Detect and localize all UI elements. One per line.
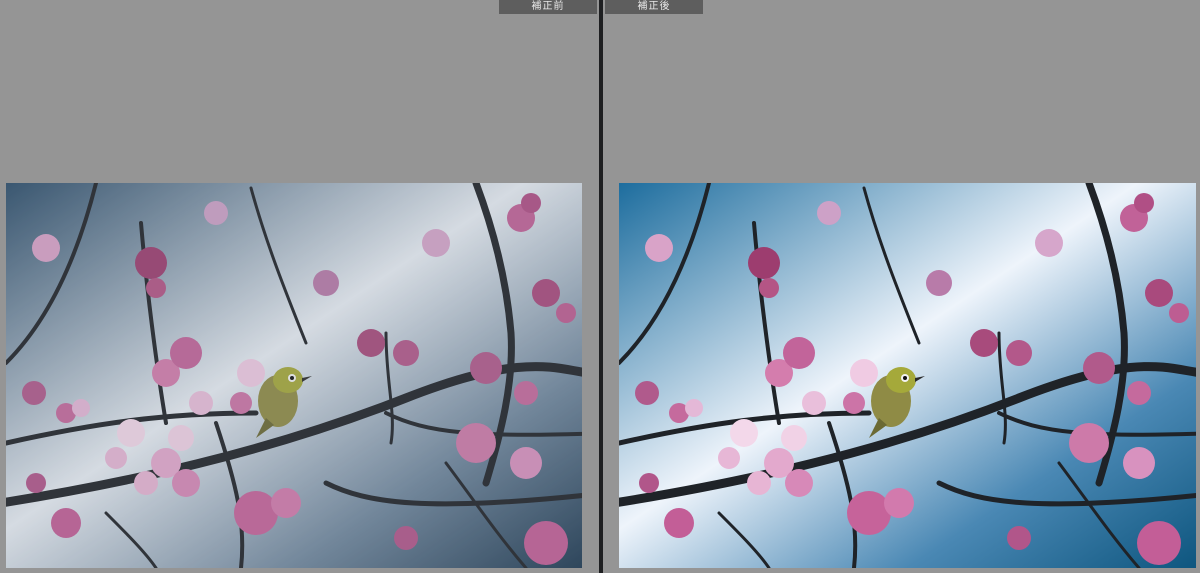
after-photo-image xyxy=(619,183,1196,568)
after-photo xyxy=(619,183,1196,568)
before-label: 補正前 xyxy=(499,0,597,14)
before-photo-image xyxy=(6,183,582,568)
after-label: 補正後 xyxy=(605,0,703,14)
before-photo xyxy=(6,183,582,568)
after-pane: 補正後 xyxy=(603,0,1200,573)
before-pane: 補正前 xyxy=(0,0,599,573)
